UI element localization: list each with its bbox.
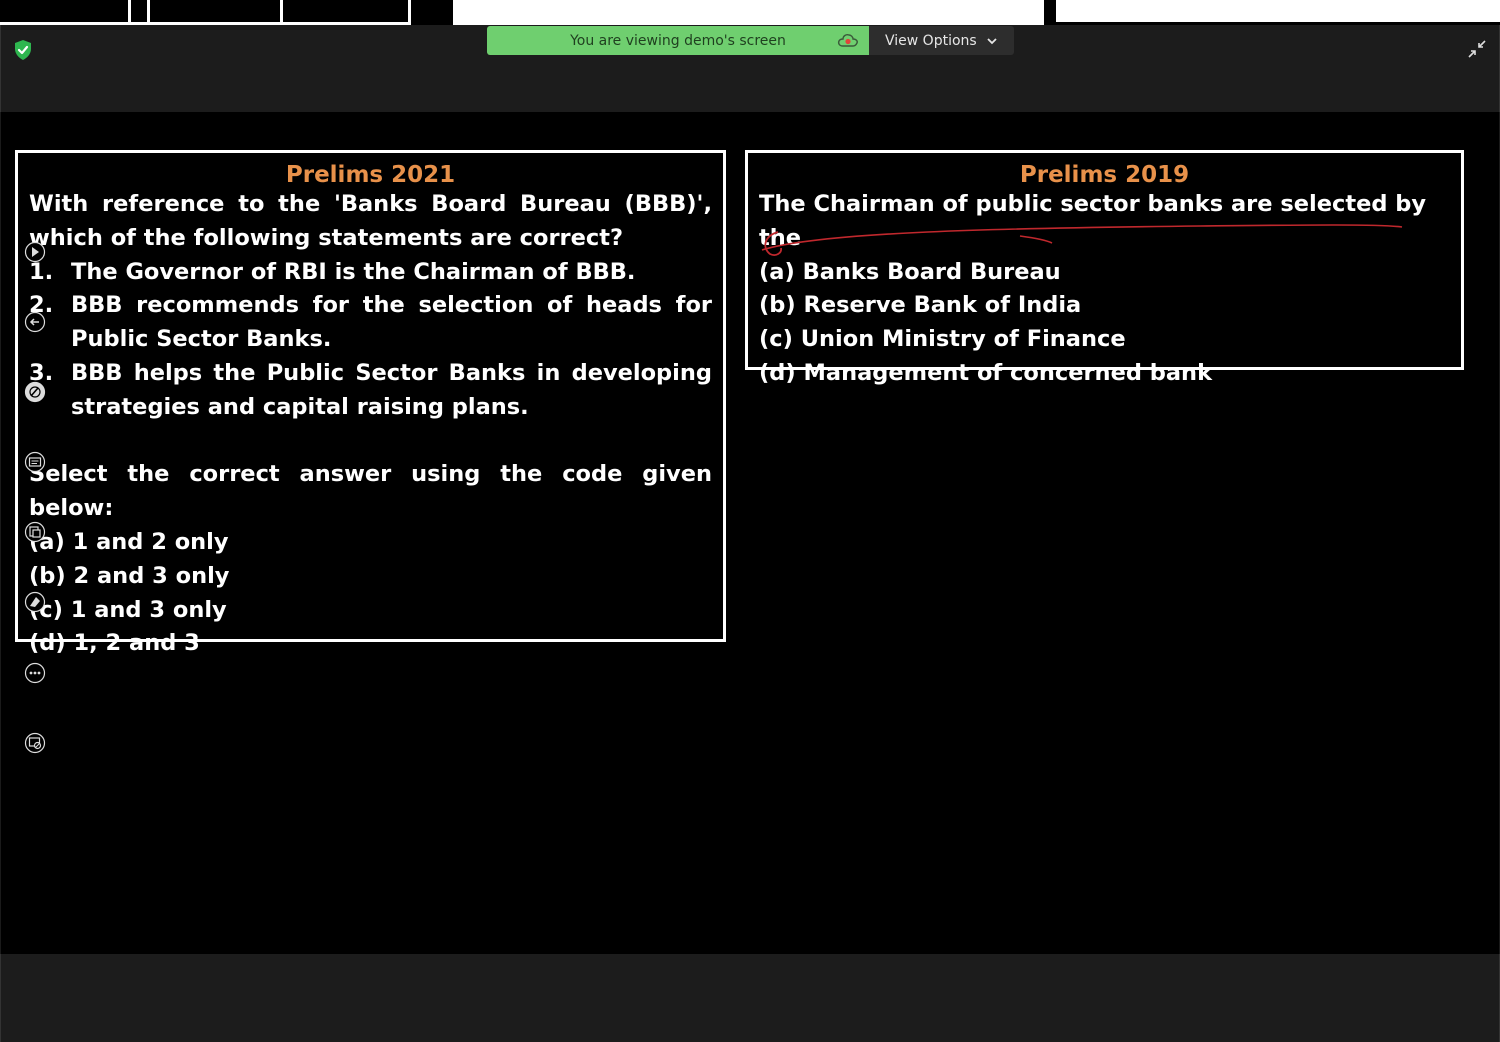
- answer-option: (b) 2 and 3 only: [29, 562, 230, 589]
- collapse-icon[interactable]: [1467, 39, 1487, 59]
- stamp-icon[interactable]: [24, 521, 46, 543]
- statement-text: The Governor of RBI is the Chairman of B…: [71, 258, 636, 285]
- background-window-strip: [0, 0, 1500, 25]
- text-icon[interactable]: [24, 451, 46, 473]
- statement-text: BBB recommends for the selection of head…: [71, 292, 712, 353]
- answer-option: (d) Management of concerned bank: [759, 359, 1213, 386]
- answer-option: (b) Reserve Bank of India: [759, 292, 1082, 319]
- window-strip-segment: [1044, 0, 1056, 25]
- question-title: Prelims 2021: [285, 162, 456, 188]
- more-icon[interactable]: [24, 662, 46, 684]
- question-intro: With reference to the 'Banks Board Burea…: [29, 191, 712, 251]
- statement-item: 3. BBB helps the Public Sector Banks in …: [29, 357, 712, 425]
- pointer-icon[interactable]: [24, 241, 46, 263]
- instruction-text: Select the correct answer using the code…: [29, 461, 712, 522]
- viewing-screen-text: You are viewing demo's screen: [570, 32, 786, 49]
- answer-option: (a) Banks Board Bureau: [759, 258, 1061, 285]
- statement-item: 1. The Governor of RBI is the Chairman o…: [29, 256, 712, 290]
- statement-item: 2. BBB recommends for the selection of h…: [29, 289, 712, 357]
- arrow-icon[interactable]: [24, 311, 46, 333]
- shield-check-icon[interactable]: [13, 39, 33, 61]
- chevron-down-icon: [987, 37, 997, 44]
- answer-option: (c) Union Ministry of Finance: [759, 326, 1126, 353]
- window-strip-segment: [150, 0, 280, 22]
- question-intro: The Chairman of public sector banks are …: [759, 191, 1427, 251]
- window-strip-segment: [131, 0, 147, 22]
- cloud-record-icon: [837, 34, 858, 47]
- eraser-icon[interactable]: [24, 591, 46, 613]
- view-options-button[interactable]: View Options: [869, 26, 1014, 55]
- statement-text: BBB helps the Public Sector Banks in dev…: [71, 359, 712, 420]
- pen-icon[interactable]: [24, 381, 46, 403]
- answer-option: (a) 1 and 2 only: [29, 528, 229, 555]
- save-icon[interactable]: [24, 732, 46, 754]
- answer-option: (c) 1 and 3 only: [29, 596, 227, 623]
- window-strip-segment: [411, 0, 453, 25]
- view-options-label: View Options: [885, 32, 977, 49]
- viewing-screen-banner: You are viewing demo's screen: [487, 26, 869, 55]
- window-strip-segment: [0, 0, 128, 22]
- question-title: Prelims 2019: [1019, 162, 1190, 188]
- question-card-2019: Prelims 2019 The Chairman of public sect…: [745, 150, 1464, 386]
- bottom-bar: [0, 954, 1500, 1042]
- question-card-2021: Prelims 2021 With reference to the 'Bank…: [15, 150, 726, 656]
- window-strip-segment: [283, 0, 408, 22]
- answer-option: (d) 1, 2 and 3: [29, 630, 200, 657]
